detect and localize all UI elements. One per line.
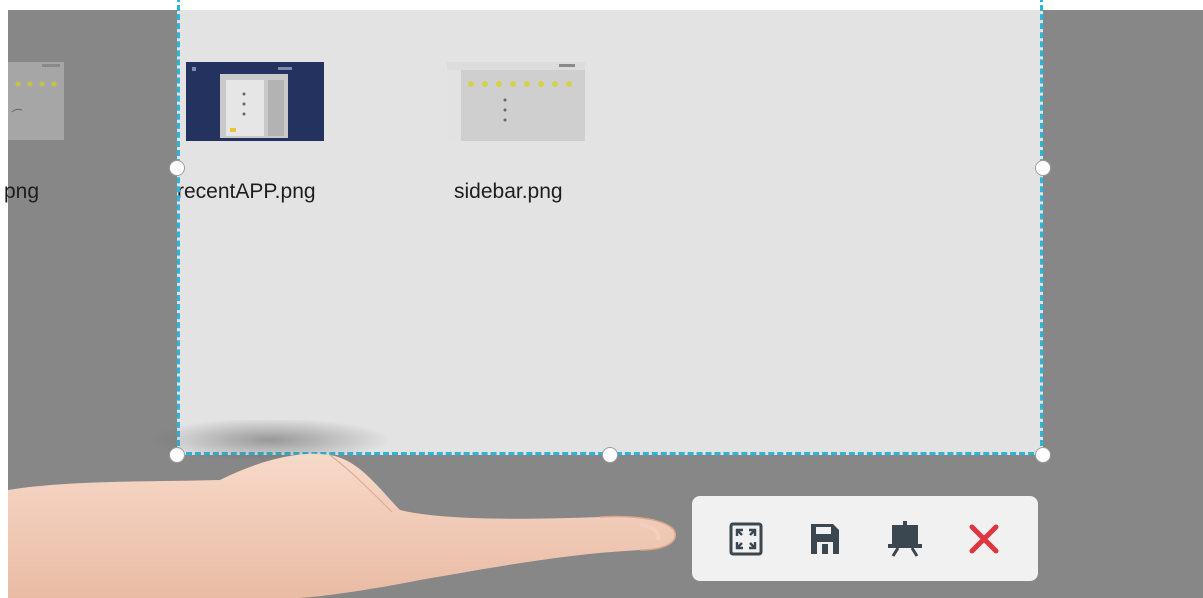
whiteboard-icon [887,520,922,557]
file-thumbnail [186,62,324,141]
file-thumbnail [8,62,64,140]
save-icon [811,523,840,554]
save-button[interactable] [797,511,853,567]
whiteboard-button[interactable] [877,511,933,567]
close-button[interactable] [956,511,1012,567]
file-thumbnail [447,62,585,141]
resize-handle-right[interactable] [1035,160,1051,176]
screenshot-toolbar [692,496,1038,581]
resize-handle-bottom-right[interactable] [1035,447,1051,463]
top-edge [0,0,1203,10]
resize-handle-left[interactable] [169,160,185,176]
file-name: png [4,180,40,203]
file-name: sidebar.png [454,180,563,203]
file-name: recentAPP.png [177,180,316,203]
screenshot-crop-screen: png recentAPP.png sidebar.png [0,0,1203,598]
fullscreen-button[interactable] [718,511,774,567]
fullscreen-icon [729,522,763,555]
close-icon [969,524,999,553]
pointing-hand-illustration [8,420,677,598]
